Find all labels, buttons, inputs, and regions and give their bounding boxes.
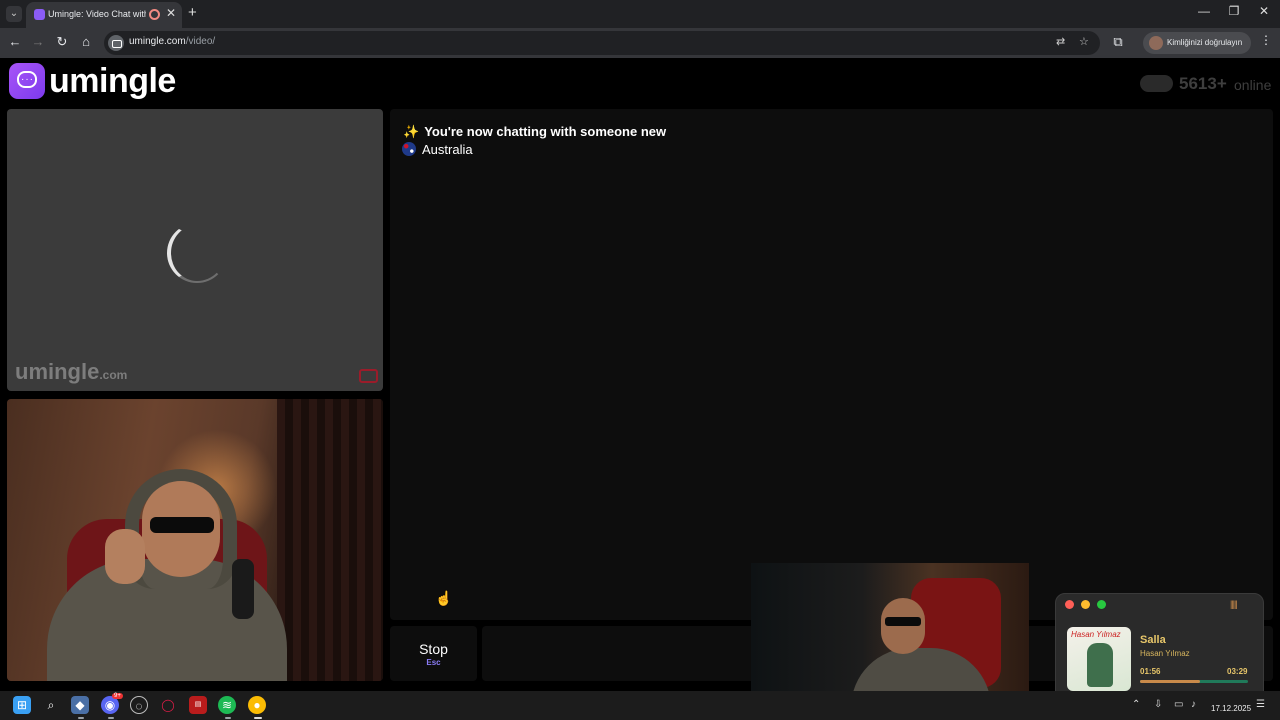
- stop-button[interactable]: Stop Esc: [390, 626, 477, 681]
- video-watermark: umingle.com: [15, 359, 128, 384]
- profile-label: Kimliğinizi doğrulayın: [1167, 38, 1243, 47]
- site-info-icon[interactable]: [108, 35, 124, 51]
- chat-status-message: ✨ You're now chatting with someone new: [403, 124, 667, 139]
- forward-icon[interactable]: →: [30, 34, 46, 49]
- umingle-logo-text[interactable]: umingle: [49, 62, 176, 101]
- search-icon[interactable]: ⌕: [42, 696, 60, 714]
- online-count: 5613+: [1179, 74, 1227, 93]
- stranger-video: umingle.com: [7, 109, 383, 391]
- new-tab-button[interactable]: +: [188, 4, 197, 21]
- network-icon[interactable]: ▭: [1174, 699, 1183, 710]
- translate-icon[interactable]: ⇄: [1056, 35, 1065, 48]
- hand-cursor-icon: ☝: [435, 590, 453, 606]
- profile-button[interactable]: Kimliğinizi doğrulayın: [1143, 32, 1251, 54]
- avatar: [1149, 36, 1163, 50]
- song-title: Salla: [1140, 634, 1166, 646]
- url-text[interactable]: umingle.com/video/: [129, 36, 215, 47]
- browser-tab-bar: ⌄ Umingle: Video Chat with S ✕ + — ❐ ✕: [0, 0, 1280, 28]
- restore-button[interactable]: ❐: [1224, 4, 1244, 18]
- song-artist: Hasan Yılmaz: [1140, 649, 1190, 658]
- reload-icon[interactable]: ↻: [54, 34, 70, 50]
- address-bar[interactable]: umingle.com/video/ ⇄ ☆: [104, 31, 1100, 55]
- app-icon-red[interactable]: ▤: [189, 696, 207, 714]
- chat-panel: ✨ You're now chatting with someone new Au…: [390, 109, 1273, 620]
- chrome-icon[interactable]: ●: [248, 696, 266, 714]
- minimize-dot-icon[interactable]: [1081, 600, 1090, 609]
- maximize-dot-icon[interactable]: [1097, 600, 1106, 609]
- online-counter: 5613+ online: [1140, 74, 1278, 96]
- recording-icon: [149, 9, 160, 20]
- tab-search-button[interactable]: ⌄: [6, 6, 22, 22]
- volume-icon[interactable]: ♪: [1191, 699, 1196, 710]
- sparkles-icon: ✨: [403, 124, 420, 139]
- stop-label: Stop: [419, 641, 448, 657]
- windows-taskbar: ⊞ ⌕ ◆ ◉ 9+ ◌ ◯ ▤ ≋ ● ⌃ ⇩ ▭ ♪ 17.12.2025 …: [0, 691, 1280, 720]
- spotify-icon[interactable]: ≋: [218, 696, 236, 714]
- partner-country: Australia: [402, 142, 473, 157]
- playback-progress[interactable]: [1140, 680, 1248, 683]
- taskbar-date[interactable]: 17.12.2025: [1211, 704, 1251, 713]
- music-player-widget: ||||| Hasan Yılmaz Salla Hasan Yılmaz 01…: [1055, 593, 1264, 702]
- minimize-button[interactable]: —: [1194, 4, 1214, 18]
- self-video: [7, 399, 383, 681]
- notifications-icon[interactable]: ☰: [1256, 699, 1265, 710]
- time-total: 03:29: [1227, 667, 1248, 676]
- close-dot-icon[interactable]: [1065, 600, 1074, 609]
- bookmark-star-icon[interactable]: ☆: [1079, 35, 1089, 48]
- stop-shortcut-hint: Esc: [426, 658, 441, 667]
- report-flag-icon[interactable]: [359, 369, 378, 383]
- tab-umingle[interactable]: Umingle: Video Chat with S ✕: [26, 2, 182, 28]
- windows-start-icon[interactable]: ⊞: [13, 696, 31, 714]
- tray-overflow-icon[interactable]: ⌃: [1132, 699, 1140, 710]
- extensions-icon[interactable]: ⧉: [1110, 34, 1126, 50]
- window-close-button[interactable]: ✕: [1254, 4, 1274, 18]
- opera-icon[interactable]: ◯: [159, 696, 177, 714]
- online-label: online: [1234, 77, 1272, 93]
- umingle-logo-icon[interactable]: ···: [9, 63, 45, 99]
- back-icon[interactable]: ←: [7, 34, 23, 49]
- browser-menu-icon[interactable]: ⋮: [1260, 33, 1272, 47]
- tab-close-button[interactable]: ✕: [166, 6, 176, 20]
- time-current: 01:56: [1140, 667, 1161, 676]
- australia-flag-icon: [402, 142, 416, 156]
- browser-toolbar: ← → ↻ ⌂ umingle.com/video/ ⇄ ☆ ⧉ Kimliği…: [0, 28, 1280, 58]
- umingle-favicon: [34, 9, 45, 20]
- progress-fill: [1140, 680, 1200, 683]
- tray-download-icon[interactable]: ⇩: [1154, 699, 1162, 710]
- tab-title: Umingle: Video Chat with S: [48, 9, 146, 19]
- online-toggle[interactable]: [1140, 75, 1173, 92]
- app-icon-1[interactable]: ◆: [71, 696, 89, 714]
- equalizer-icon: |||||: [1230, 599, 1238, 609]
- steam-icon[interactable]: ◌: [130, 696, 148, 714]
- album-art: Hasan Yılmaz: [1067, 627, 1131, 691]
- loading-spinner-icon: [167, 223, 227, 283]
- home-icon[interactable]: ⌂: [78, 34, 94, 49]
- discord-badge: 9+: [112, 693, 123, 699]
